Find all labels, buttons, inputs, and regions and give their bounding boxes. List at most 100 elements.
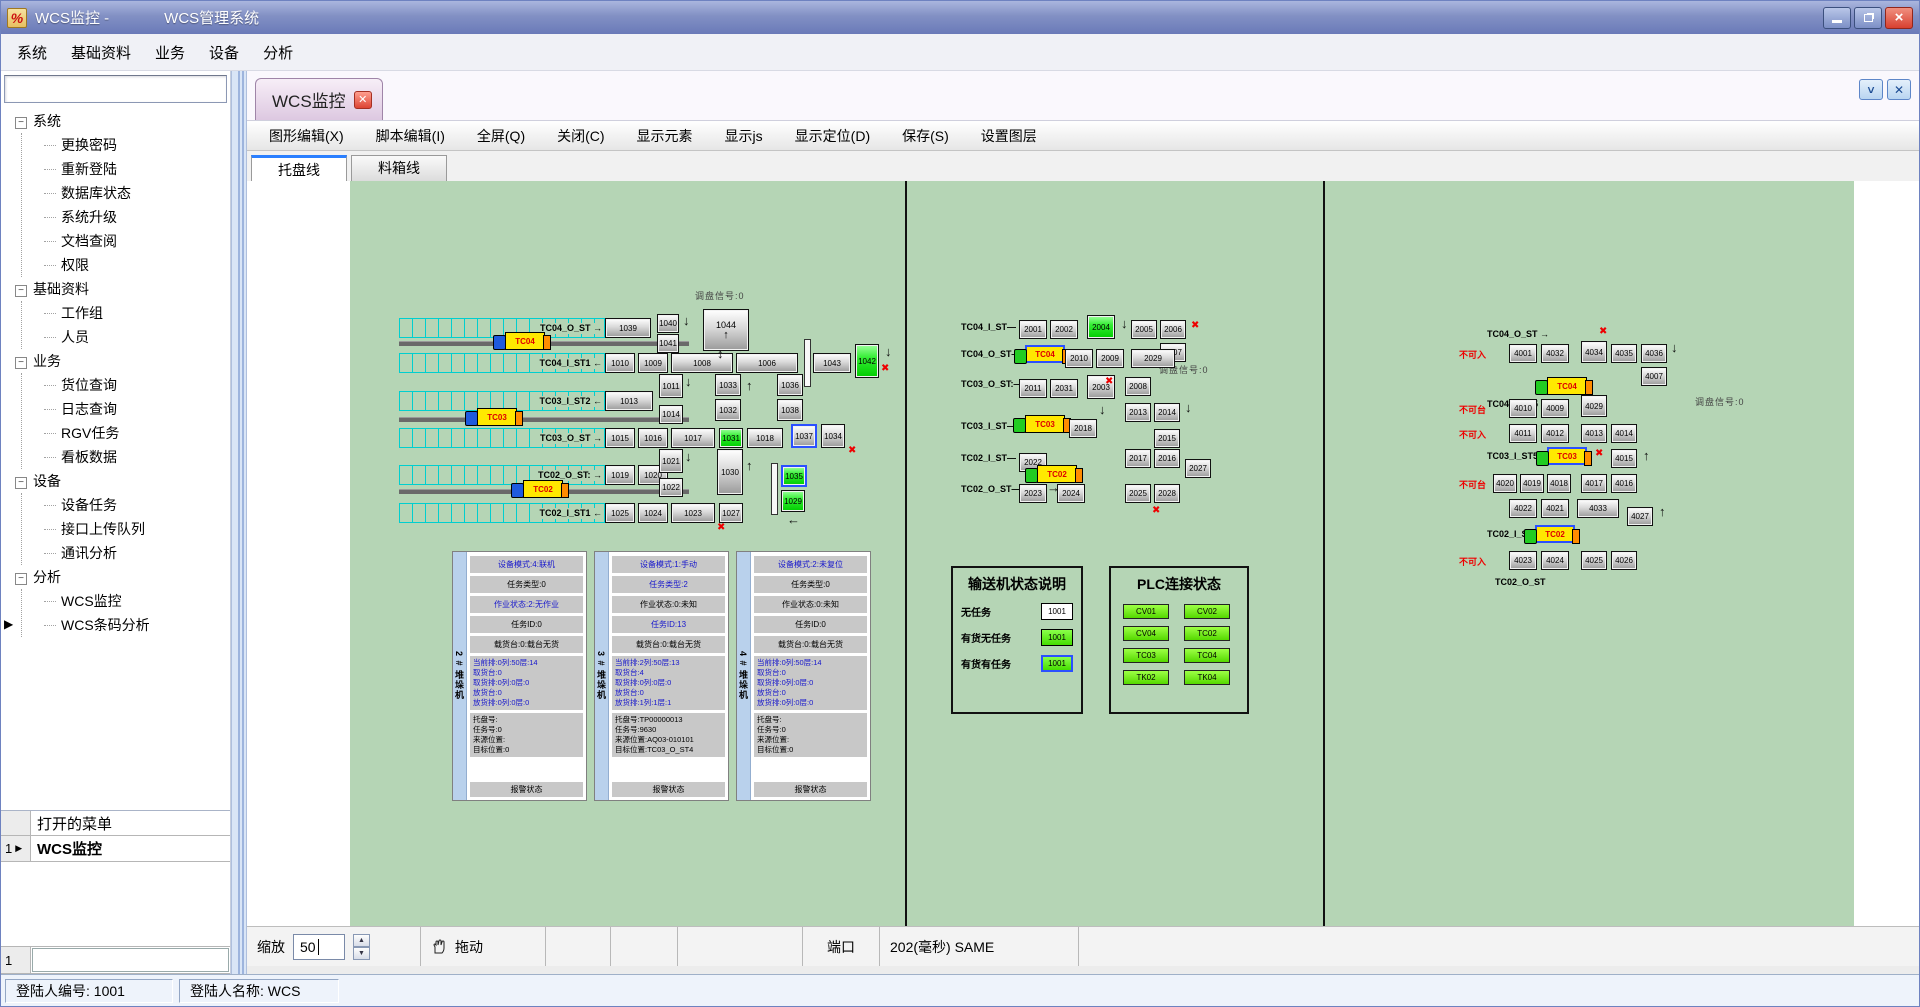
open-menu-row[interactable]: 1▶ WCS监控 xyxy=(1,836,230,862)
tree-expander-icon[interactable]: − xyxy=(15,285,27,297)
tree-child-item[interactable]: WCS条码分析 xyxy=(44,613,230,637)
conveyor-box[interactable]: 4010 xyxy=(1509,399,1537,418)
conveyor-box[interactable]: 1023 xyxy=(671,503,715,523)
conveyor-box[interactable]: 4014 xyxy=(1611,424,1637,443)
tree-root-item[interactable]: −基础资料 xyxy=(15,277,230,301)
conveyor-box[interactable]: 1016 xyxy=(638,428,668,448)
conveyor-box[interactable]: 2014 xyxy=(1154,403,1180,422)
subtab-pallet-line[interactable]: 托盘线 xyxy=(251,155,347,181)
conveyor-box[interactable]: 1010 xyxy=(605,353,635,373)
conveyor-box[interactable]: 2005 xyxy=(1131,320,1157,339)
tree-child-item[interactable]: 重新登陆 xyxy=(44,157,230,181)
conveyor-box[interactable]: 2018 xyxy=(1069,419,1097,438)
conveyor-box[interactable]: 2010 xyxy=(1065,349,1093,368)
conveyor-box[interactable]: 4033 xyxy=(1577,499,1619,518)
conveyor-box[interactable]: 4013 xyxy=(1581,424,1607,443)
conveyor-box[interactable]: 4015 xyxy=(1611,449,1637,468)
conveyor-box[interactable]: 4019 xyxy=(1520,474,1544,493)
tree-child-item[interactable]: 接口上传队列 xyxy=(44,517,230,541)
conveyor-box[interactable]: 4022 xyxy=(1509,499,1537,518)
conveyor-box[interactable]: 1044↑ xyxy=(703,309,749,351)
menu-item[interactable]: 分析 xyxy=(253,38,303,67)
toolbar-item[interactable]: 图形编辑(X) xyxy=(257,124,356,148)
conveyor-box[interactable]: 2006 xyxy=(1160,320,1186,339)
tab-close-all-button[interactable]: ✕ xyxy=(1887,79,1911,100)
conveyor-box[interactable]: 1033 xyxy=(715,374,741,396)
rgv-shuttle[interactable]: TC03 xyxy=(1025,415,1065,433)
conveyor-box[interactable]: 4032 xyxy=(1541,344,1569,363)
tree-child-item[interactable]: 日志查询 xyxy=(44,397,230,421)
conveyor-box[interactable]: 1036 xyxy=(777,374,803,396)
tree-root-item[interactable]: −设备 xyxy=(15,469,230,493)
toolbar-item[interactable]: 关闭(C) xyxy=(545,124,616,148)
conveyor-box[interactable]: 1019 xyxy=(605,465,635,485)
menu-item[interactable]: 系统 xyxy=(7,38,57,67)
conveyor-box[interactable]: 2025 xyxy=(1125,484,1151,503)
tree-expander-icon[interactable]: − xyxy=(15,357,27,369)
tree-root-item[interactable]: −业务 xyxy=(15,349,230,373)
conveyor-box[interactable]: 1013 xyxy=(605,391,653,411)
tree-filter-input[interactable] xyxy=(4,75,227,103)
tree-child-item[interactable]: 更换密码 xyxy=(44,133,230,157)
conveyor-box[interactable]: 4029 xyxy=(1581,395,1607,417)
conveyor-box[interactable]: 2002 xyxy=(1050,320,1078,339)
menu-item[interactable]: 基础资料 xyxy=(61,38,141,67)
conveyor-box[interactable]: 2016 xyxy=(1154,449,1180,468)
conveyor-box[interactable]: 4011 xyxy=(1509,424,1537,443)
rgv-shuttle[interactable]: TC02 xyxy=(1535,525,1575,543)
conveyor-box[interactable]: 1029 xyxy=(781,490,805,512)
toolbar-item[interactable]: 显示js xyxy=(713,124,775,148)
conveyor-box[interactable]: 1042 xyxy=(855,344,879,378)
zoom-decrement-button[interactable]: ▼ xyxy=(353,947,370,960)
conveyor-box[interactable]: 1015 xyxy=(605,428,635,448)
conveyor-box[interactable]: 4016 xyxy=(1611,474,1637,493)
conveyor-box[interactable]: 4017 xyxy=(1581,474,1607,493)
conveyor-box[interactable]: 1006 xyxy=(736,353,798,373)
toolbar-item[interactable]: 脚本编辑(I) xyxy=(364,124,457,148)
conveyor-box[interactable]: 1027 xyxy=(719,503,743,523)
toolbar-item[interactable]: 显示元素 xyxy=(625,124,705,148)
conveyor-box[interactable]: 1032 xyxy=(715,399,741,421)
conveyor-box[interactable]: 1014 xyxy=(659,405,683,424)
conveyor-box[interactable]: 1030 xyxy=(717,449,743,495)
conveyor-box[interactable]: 1017 xyxy=(671,428,715,448)
conveyor-box[interactable]: 1035 xyxy=(781,465,807,487)
rgv-shuttle[interactable]: TC02 xyxy=(523,480,563,498)
conveyor-box[interactable]: 4012 xyxy=(1541,424,1569,443)
conveyor-box[interactable]: 4020 xyxy=(1493,474,1517,493)
minimize-button[interactable] xyxy=(1823,7,1851,29)
conveyor-box[interactable]: 4001 xyxy=(1509,344,1537,363)
conveyor-box[interactable]: 1039 xyxy=(605,318,651,338)
tree-child-item[interactable]: 工作组 xyxy=(44,301,230,325)
rgv-shuttle[interactable]: TC04 xyxy=(1547,377,1587,395)
tree-expander-icon[interactable]: − xyxy=(15,477,27,489)
rgv-shuttle[interactable]: TC04 xyxy=(505,332,545,350)
tab-wcs-monitor[interactable]: WCS监控 ✕ xyxy=(255,78,383,120)
tree-child-item[interactable]: 系统升级 xyxy=(44,205,230,229)
conveyor-box[interactable]: 1041 xyxy=(657,334,679,353)
tree-child-item[interactable]: 设备任务 xyxy=(44,493,230,517)
rgv-shuttle[interactable]: TC04 xyxy=(1025,345,1065,363)
conveyor-box[interactable]: 2029 xyxy=(1131,349,1175,368)
conveyor-box[interactable]: 1043 xyxy=(813,353,851,373)
conveyor-box[interactable]: 1040 xyxy=(657,314,679,333)
conveyor-box[interactable]: 1021 xyxy=(659,449,683,473)
tree-child-item[interactable]: 看板数据 xyxy=(44,445,230,469)
drag-tool-button[interactable]: 拖动 xyxy=(421,927,546,966)
conveyor-box[interactable]: 1011 xyxy=(659,374,683,398)
conveyor-box[interactable]: 4024 xyxy=(1541,551,1569,570)
conveyor-box[interactable]: 2008 xyxy=(1125,377,1151,396)
conveyor-box[interactable]: 4009 xyxy=(1541,399,1569,418)
restore-button[interactable] xyxy=(1854,7,1882,29)
tab-list-button[interactable]: ˅ xyxy=(1859,79,1883,100)
conveyor-box[interactable]: 1034 xyxy=(821,424,845,448)
conveyor-box[interactable]: 4036 xyxy=(1641,344,1667,363)
tree-child-item[interactable]: 文档查阅 xyxy=(44,229,230,253)
conveyor-box[interactable]: 2017 xyxy=(1125,449,1151,468)
zoom-increment-button[interactable]: ▲ xyxy=(353,934,370,947)
conveyor-box[interactable]: 2009 xyxy=(1096,349,1124,368)
rgv-shuttle[interactable]: TC03 xyxy=(477,408,517,426)
toolbar-item[interactable]: 设置图层 xyxy=(969,124,1049,148)
conveyor-box[interactable]: 2011 xyxy=(1019,379,1047,398)
conveyor-box[interactable]: 4027 xyxy=(1627,507,1653,526)
